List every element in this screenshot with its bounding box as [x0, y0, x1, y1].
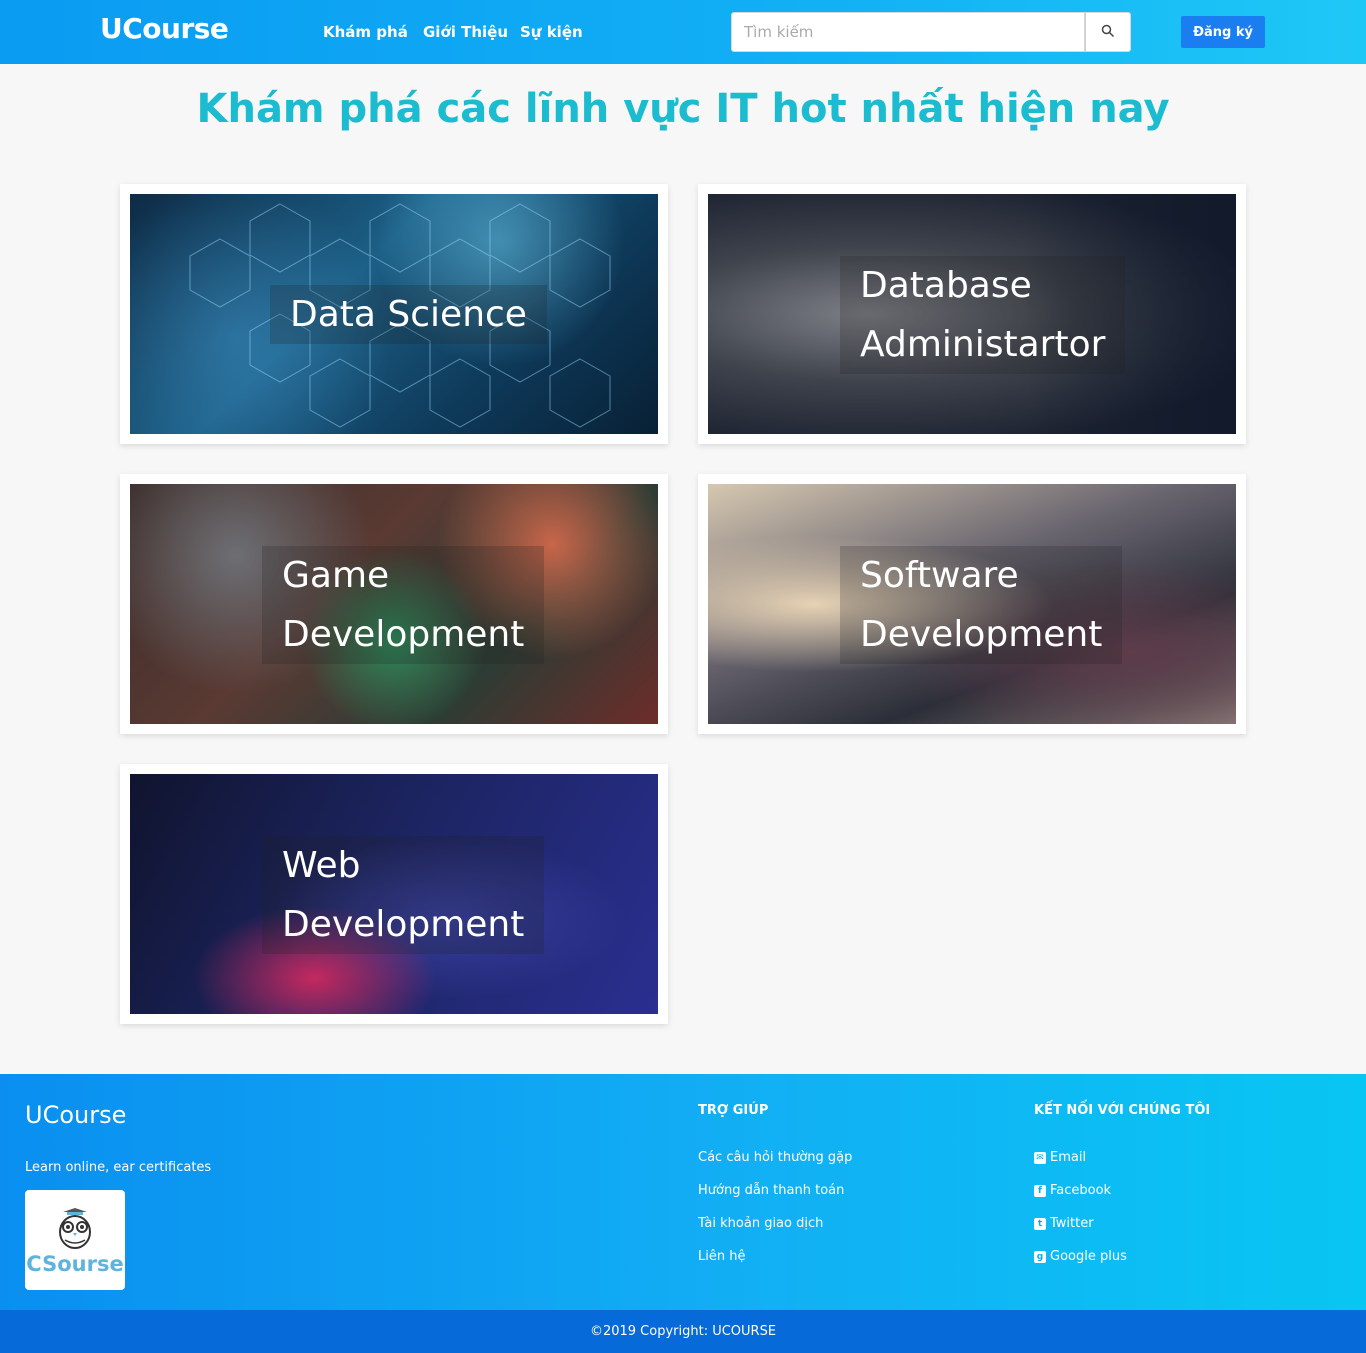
search-icon	[1101, 23, 1115, 42]
twitter-icon: t	[1034, 1217, 1046, 1230]
footer-link-facebook[interactable]: f Facebook	[1034, 1183, 1111, 1198]
site-logo[interactable]: UCourse	[100, 12, 229, 45]
footer-link-account[interactable]: Tài khoản giao dịch	[698, 1216, 823, 1231]
nav-item-kham-pha[interactable]: Khám phá	[323, 23, 408, 41]
copyright-bar: ©2019 Copyright: UCOURSE	[0, 1310, 1366, 1353]
footer-link-email[interactable]: ✉ Email	[1034, 1150, 1086, 1165]
signup-button[interactable]: Đăng ký	[1181, 16, 1265, 48]
search-button[interactable]	[1085, 12, 1131, 52]
category-card-data-science[interactable]: Data Science	[120, 184, 668, 444]
page-title: Khám phá các lĩnh vực IT hot nhất hiện n…	[196, 86, 1170, 132]
copyright-text: ©2019 Copyright: UCOURSE	[589, 1324, 777, 1339]
footer-badge-logo: CSourse	[25, 1190, 125, 1290]
card-title: Data Science	[270, 285, 547, 344]
envelope-icon: ✉	[1034, 1151, 1046, 1164]
owl-icon	[57, 1208, 93, 1254]
footer: UCourse Learn online, ear certificates C…	[0, 1074, 1366, 1310]
footer-link-google-plus-label: Google plus	[1050, 1249, 1127, 1264]
card-title: Web Development	[262, 836, 545, 954]
footer-logo: UCourse	[25, 1101, 127, 1129]
footer-link-faq[interactable]: Các câu hỏi thường gặp	[698, 1150, 852, 1165]
card-image: Data Science	[130, 194, 658, 434]
card-title: Database Administartor	[840, 256, 1126, 374]
top-navbar: UCourse Khám phá Giới Thiệu Sự kiện Đăng…	[0, 0, 1366, 64]
footer-link-twitter-label: Twitter	[1050, 1216, 1094, 1231]
footer-connect-heading: KẾT NỐI VỚI CHÚNG TÔI	[1034, 1103, 1211, 1118]
category-card-database-administrator[interactable]: Database Administartor	[698, 184, 1246, 444]
nav-item-su-kien[interactable]: Sự kiện	[520, 23, 583, 41]
footer-link-google-plus[interactable]: g Google plus	[1034, 1249, 1127, 1264]
footer-badge-text: CSourse	[26, 1252, 124, 1276]
footer-link-facebook-label: Facebook	[1050, 1183, 1112, 1198]
footer-link-email-label: Email	[1050, 1150, 1087, 1165]
footer-help-heading: TRỢ GIÚP	[698, 1103, 769, 1118]
card-title: Game Development	[262, 546, 545, 664]
footer-link-contact[interactable]: Liên hệ	[698, 1249, 745, 1264]
facebook-icon: f	[1034, 1184, 1046, 1197]
card-image: Software Development	[708, 484, 1236, 724]
footer-link-payment-guide[interactable]: Hướng dẫn thanh toán	[698, 1183, 844, 1198]
card-title: Software Development	[840, 546, 1123, 664]
card-image: Web Development	[130, 774, 658, 1014]
category-card-game-development[interactable]: Game Development	[120, 474, 668, 734]
nav-item-gioi-thieu[interactable]: Giới Thiệu	[423, 23, 508, 41]
google-plus-icon: g	[1034, 1250, 1046, 1263]
category-card-web-development[interactable]: Web Development	[120, 764, 668, 1024]
search-input[interactable]	[731, 12, 1085, 52]
category-card-software-development[interactable]: Software Development	[698, 474, 1246, 734]
footer-link-twitter[interactable]: t Twitter	[1034, 1216, 1094, 1231]
card-image: Database Administartor	[708, 194, 1236, 434]
card-image: Game Development	[130, 484, 658, 724]
footer-tagline: Learn online, ear certificates	[25, 1160, 212, 1175]
